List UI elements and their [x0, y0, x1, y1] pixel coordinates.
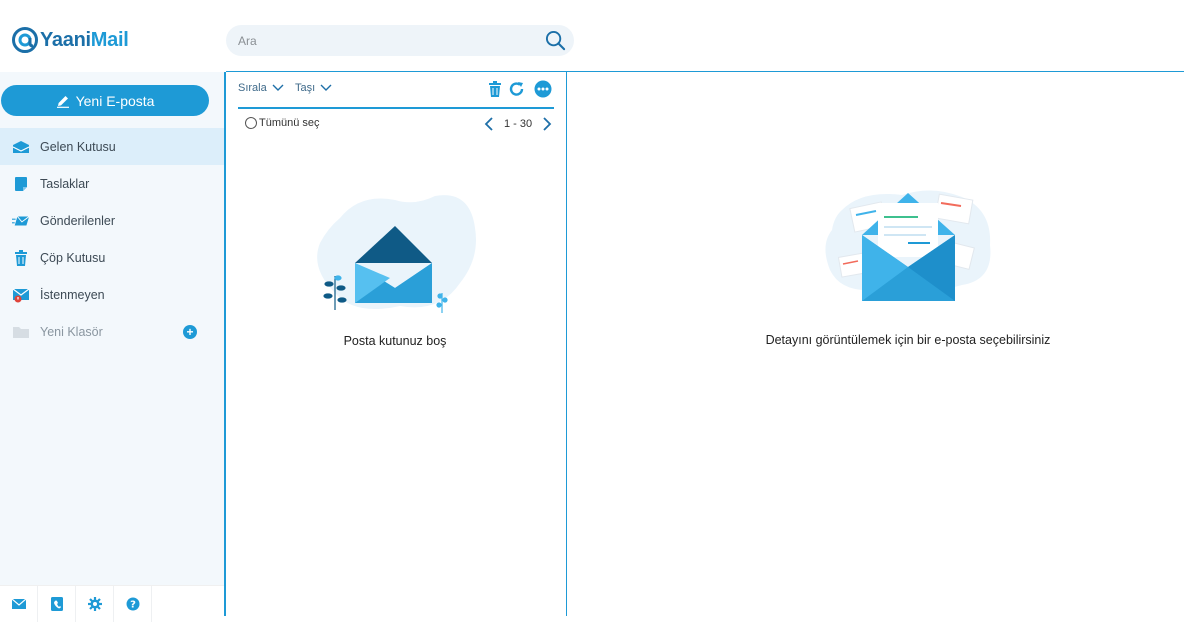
search-icon[interactable] — [545, 30, 566, 51]
sidebar: Yeni E-posta Gelen Kutusu Taslaklar Gönd… — [0, 72, 224, 585]
select-all-label: Tümünü seç — [259, 117, 320, 129]
delete-icon[interactable] — [486, 80, 504, 98]
sidebar-footer: ? — [0, 585, 224, 622]
chevron-right-icon — [543, 117, 552, 131]
next-page-button[interactable] — [542, 117, 552, 131]
move-dropdown[interactable]: Taşı — [295, 82, 332, 94]
pagination: 1 - 30 — [484, 117, 552, 131]
trash-icon — [12, 249, 30, 266]
more-options-icon[interactable] — [534, 80, 552, 98]
prev-page-button[interactable] — [484, 117, 494, 131]
logo-icon — [12, 27, 38, 53]
sent-icon — [12, 213, 30, 229]
empty-mailbox-text: Posta kutunuz boş — [343, 334, 447, 348]
app-header: YaaniMail — [0, 0, 1200, 72]
header-divider — [226, 71, 1184, 72]
sidebar-item-label: Gelen Kutusu — [40, 139, 116, 154]
footer-contacts-button[interactable] — [38, 586, 76, 622]
logo-text-mail: Mail — [90, 28, 129, 51]
sidebar-item-new-folder[interactable]: Yeni Klasör + — [0, 313, 224, 350]
folder-list: Gelen Kutusu Taslaklar Gönderilenler Çöp… — [0, 128, 224, 350]
sort-dropdown[interactable]: Sırala — [238, 82, 284, 94]
move-label: Taşı — [295, 82, 316, 94]
list-toolbar: Sırala Taşı — [238, 80, 554, 100]
chevron-down-icon — [320, 84, 332, 91]
folder-icon — [12, 324, 30, 340]
select-all-radio[interactable] — [245, 117, 257, 129]
new-email-label: Yeni E-posta — [75, 92, 155, 109]
mail-icon — [11, 599, 26, 609]
search-input[interactable] — [238, 25, 538, 56]
sidebar-item-label: İstenmeyen — [40, 287, 105, 302]
sidebar-item-spam[interactable]: İstenmeyen — [0, 276, 224, 313]
logo-text-yaani: Yaani — [40, 28, 91, 51]
sidebar-divider — [224, 72, 226, 616]
svg-text:?: ? — [130, 600, 136, 611]
draft-icon — [12, 176, 30, 192]
select-email-illustration — [825, 190, 991, 301]
logo-text: YaaniMail — [40, 28, 129, 52]
list-divider — [566, 72, 567, 616]
spam-icon — [12, 287, 30, 303]
chevron-down-icon — [272, 84, 284, 91]
sidebar-item-trash[interactable]: Çöp Kutusu — [0, 239, 224, 276]
detail-placeholder-text: Detayını görüntülemek için bir e-posta s… — [765, 333, 1051, 347]
pencil-icon — [56, 95, 69, 108]
sidebar-item-drafts[interactable]: Taslaklar — [0, 165, 224, 202]
app-logo[interactable]: YaaniMail — [12, 27, 129, 53]
sidebar-item-label: Taslaklar — [40, 176, 90, 191]
sort-label: Sırala — [238, 82, 267, 94]
new-email-button[interactable]: Yeni E-posta — [1, 85, 209, 116]
settings-icon — [87, 597, 102, 611]
sidebar-item-inbox[interactable]: Gelen Kutusu — [0, 128, 224, 165]
search-bar — [226, 25, 574, 56]
refresh-icon[interactable] — [508, 80, 526, 98]
inbox-icon — [12, 139, 30, 155]
sidebar-item-sent[interactable]: Gönderilenler — [0, 202, 224, 239]
empty-mailbox-illustration — [317, 195, 476, 313]
select-all-checkbox[interactable]: Tümünü seç — [245, 117, 320, 129]
toolbar-divider — [238, 107, 554, 109]
help-icon: ? — [126, 597, 139, 611]
page-range: 1 - 30 — [504, 118, 533, 130]
footer-help-button[interactable]: ? — [114, 586, 152, 622]
sidebar-item-label: Gönderilenler — [40, 213, 116, 228]
sidebar-item-label: Yeni Klasör — [40, 324, 103, 339]
sidebar-item-label: Çöp Kutusu — [40, 250, 106, 265]
contacts-icon — [50, 597, 63, 611]
chevron-left-icon — [484, 117, 493, 131]
footer-mail-button[interactable] — [0, 586, 38, 622]
add-folder-icon[interactable]: + — [183, 325, 197, 339]
footer-settings-button[interactable] — [76, 586, 114, 622]
